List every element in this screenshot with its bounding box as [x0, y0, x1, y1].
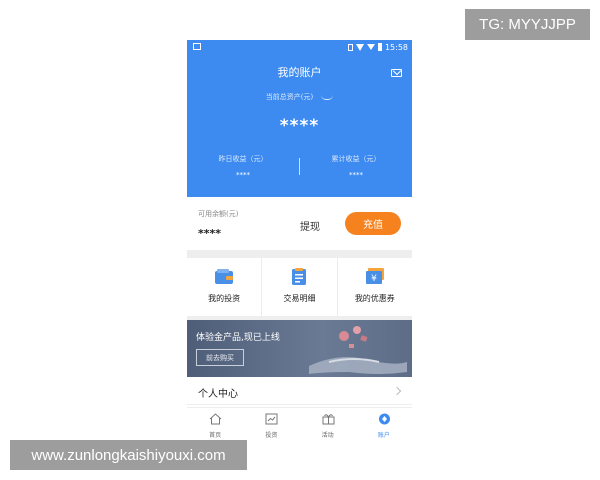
svg-text:¥: ¥ — [371, 274, 377, 284]
tab-label: 投资 — [265, 432, 278, 439]
chart-icon — [265, 413, 278, 425]
yesterday-earnings-label: 昨日收益（元） — [218, 155, 268, 163]
quick-link-my-investments[interactable]: 我的投资 — [187, 258, 263, 316]
cumulative-earnings-value: **** — [349, 171, 363, 179]
gift-icon — [322, 414, 335, 425]
total-assets-value: **** — [279, 116, 320, 136]
status-time: 15:58 — [384, 42, 408, 52]
tg-watermark: TG: MYYJJPP — [465, 9, 590, 40]
promo-banner[interactable]: 体验金产品,现已上线 前去购买 — [187, 320, 412, 377]
quick-link-transactions[interactable]: 交易明细 — [262, 258, 338, 316]
account-icon — [378, 413, 390, 425]
tab-activities[interactable]: 活动 — [300, 408, 356, 444]
personal-center-row[interactable]: 个人中心 — [187, 380, 412, 405]
url-watermark: www.zunlongkaishiyouxi.com — [10, 440, 247, 470]
quick-link-my-coupons[interactable]: ¥ 我的优惠券 — [338, 258, 412, 316]
account-header: 我的账户 当前总资产(元) **** 昨日收益（元） **** 累计收益（元） … — [187, 54, 412, 197]
chevron-right-icon — [392, 386, 402, 396]
wallet-icon — [215, 269, 234, 284]
quick-link-label: 我的优惠券 — [354, 294, 395, 303]
vibrate-icon — [347, 43, 353, 51]
yesterday-earnings: 昨日收益（元） **** — [187, 154, 299, 179]
tab-home[interactable]: 首页 — [187, 408, 243, 444]
cumulative-earnings: 累计收益（元） **** — [300, 154, 412, 179]
tab-label: 首页 — [209, 432, 222, 439]
available-balance-label: 可用余额(元) — [198, 210, 239, 218]
withdraw-button[interactable]: 提现 — [300, 218, 320, 233]
quick-link-label: 我的投资 — [208, 294, 241, 303]
tab-invest[interactable]: 投资 — [243, 408, 299, 444]
buy-now-button[interactable]: 前去购买 — [196, 349, 244, 366]
total-assets-label: 当前总资产(元) — [187, 92, 412, 102]
signal-icon — [366, 44, 375, 50]
available-balance-section: 可用余额(元) **** 提现 充值 — [187, 197, 412, 250]
phone-screen: 15:58 我的账户 当前总资产(元) **** 昨日收益（元） **** 累计… — [187, 40, 412, 444]
tab-label: 账户 — [377, 432, 390, 439]
total-assets-label-text: 当前总资产(元) — [265, 93, 314, 101]
yesterday-earnings-value: **** — [236, 171, 250, 179]
quick-links: 我的投资 交易明细 ¥ 我的优惠券 — [187, 258, 412, 316]
eye-closed-icon[interactable] — [321, 95, 334, 100]
available-balance-value: **** — [198, 227, 222, 240]
status-bar: 15:58 — [187, 40, 412, 54]
personal-center-label: 个人中心 — [198, 389, 238, 400]
section-divider — [187, 250, 412, 258]
banner-title: 体验金产品,现已上线 — [196, 333, 280, 343]
cumulative-earnings-label: 累计收益（元） — [331, 155, 381, 163]
status-icons: 15:58 — [347, 41, 408, 53]
image-notification-icon — [193, 43, 201, 50]
wifi-icon — [355, 43, 364, 51]
tab-account[interactable]: 账户 — [356, 408, 412, 444]
bottom-tab-bar: 首页 投资 活动 账户 — [187, 407, 412, 444]
battery-icon — [377, 43, 382, 51]
quick-link-label: 交易明细 — [283, 294, 316, 303]
document-icon — [292, 268, 307, 285]
banner-hand-coins-image — [309, 326, 407, 374]
page-title: 我的账户 — [277, 66, 322, 79]
recharge-button[interactable]: 充值 — [345, 212, 401, 235]
coupon-icon: ¥ — [365, 268, 384, 284]
home-icon — [209, 413, 222, 425]
tab-label: 活动 — [321, 432, 334, 439]
mail-icon[interactable] — [391, 69, 402, 77]
